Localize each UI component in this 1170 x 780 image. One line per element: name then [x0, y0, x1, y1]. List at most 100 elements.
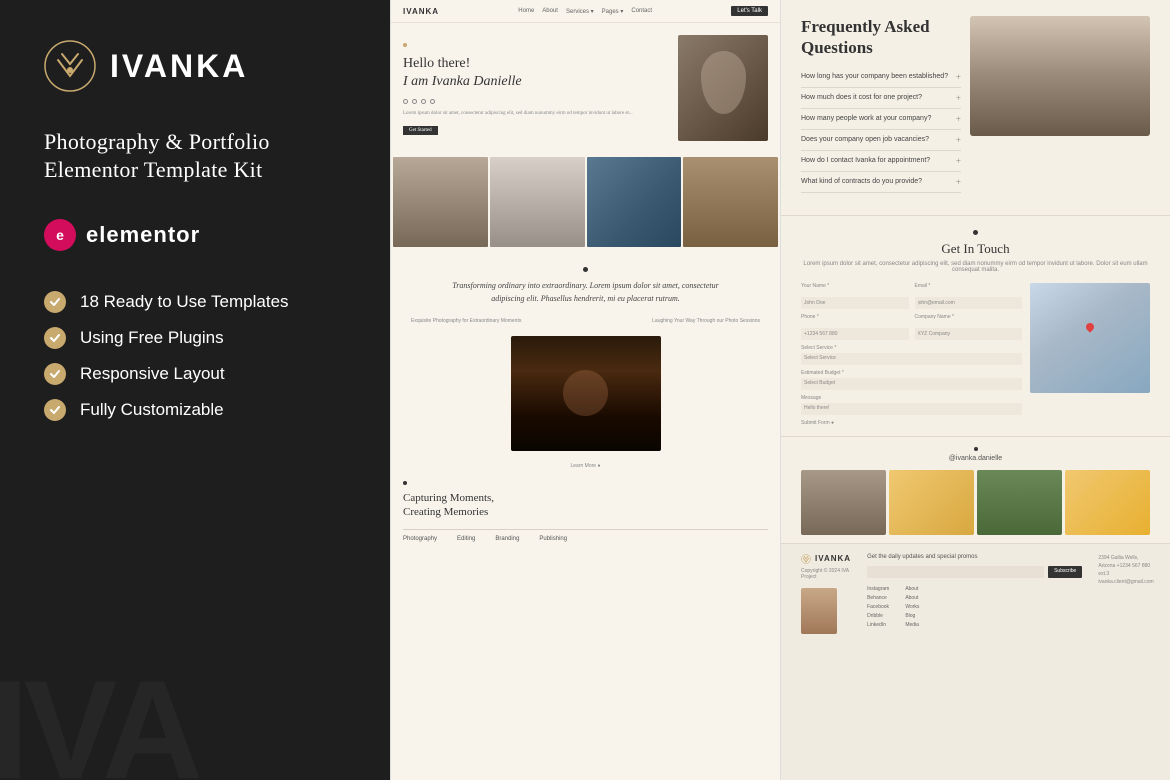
gallery-img-4 [683, 157, 778, 247]
service-photography: Photography [403, 536, 437, 542]
contact-subtitle: Lorem ipsum dolor sit amet, consectetur … [801, 261, 1150, 273]
form-field-service: Select Service * Select Service [801, 345, 1022, 365]
instagram-dot [974, 447, 978, 451]
social-icon [430, 99, 435, 104]
nav-link-pages: Pages ▾ [602, 8, 624, 15]
feature-text-1: 18 Ready to Use Templates [80, 292, 289, 312]
footer-email-row: Subscribe [867, 566, 1082, 578]
portrait-labels: Exquisite Photography for Extraordinary … [391, 318, 780, 324]
elementor-label: elementor [86, 222, 200, 248]
faq-plus-icon: + [956, 135, 961, 145]
check-icon [44, 327, 66, 349]
faq-item: How many people work at your company? + [801, 109, 961, 130]
faq-plus-icon: + [956, 156, 961, 166]
nav-link-home: Home [518, 8, 534, 15]
center-mockup-column: IVANKA Home About Services ▾ Pages ▾ Con… [390, 0, 780, 780]
logo-area: IVANKA [44, 40, 346, 92]
brand-name: IVANKA [110, 48, 248, 85]
footer-newsletter-label: Get the daily updates and special promos [867, 554, 1082, 560]
portrait-label-left: Exquisite Photography for Extraordinary … [411, 318, 521, 324]
main-title-line2: Elementor Template Kit [44, 157, 346, 183]
capturing-title: Capturing Moments, Creating Memories [403, 491, 768, 520]
portrait-section [391, 328, 780, 455]
mockup-cta-btn: Let's Talk [731, 6, 768, 16]
feature-item: 18 Ready to Use Templates [44, 291, 346, 313]
footer-left: IVANKA Copyright © 2024 IVA Project [801, 554, 851, 634]
instagram-img-1 [801, 470, 886, 535]
instagram-section: @ivanka.danielle [781, 437, 1170, 544]
portrait-label-right: Laughing Your Way Through our Photo Sess… [652, 318, 760, 324]
faq-title: Frequently Asked Questions [801, 16, 961, 59]
footer-address: 2394 Gallia Wells, Arizona +1234 567 880… [1098, 554, 1153, 634]
instagram-img-4 [1065, 470, 1150, 535]
faq-item: What kind of contracts do you provide? + [801, 172, 961, 193]
form-field-phone: Phone * [801, 314, 909, 340]
faq-item: How much does it cost for one project? + [801, 88, 961, 109]
hero-dot [403, 43, 407, 47]
instagram-grid [801, 470, 1150, 535]
footer-section: IVANKA Copyright © 2024 IVA Project Get … [781, 544, 1170, 780]
faq-plus-icon: + [956, 114, 961, 124]
quote-text: Transforming ordinary into extraordinary… [446, 280, 726, 306]
brand-logo-icon [44, 40, 96, 92]
contact-title: Get In Touch [801, 241, 1150, 257]
social-icon [421, 99, 426, 104]
footer-middle: Get the daily updates and special promos… [867, 554, 1082, 634]
social-icon [403, 99, 408, 104]
form-submit-row: Submit Form ● [801, 420, 1022, 426]
footer-email-input[interactable] [867, 566, 1044, 578]
form-field-name: Your Name * [801, 283, 909, 309]
form-row-4: Estimated Budget * Select Budget [801, 370, 1022, 390]
hero-desc: Lorem ipsum dolor sit amet, consectetur … [403, 110, 670, 118]
check-icon [44, 291, 66, 313]
hero-social [403, 99, 670, 104]
main-title-line1: Photography & Portfolio [44, 128, 346, 157]
company-input[interactable] [915, 328, 1023, 340]
hero-hello: Hello there! [403, 55, 670, 73]
right-panel: IVANKA Home About Services ▾ Pages ▾ Con… [390, 0, 1170, 780]
feature-item: Using Free Plugins [44, 327, 346, 349]
footer-logo: IVANKA [801, 554, 851, 564]
footer-logo-icon [801, 554, 811, 564]
social-icon [412, 99, 417, 104]
elementor-badge: e elementor [44, 219, 346, 251]
message-input: Hello there! [801, 403, 1022, 415]
hero-cta-btn: Get Started [403, 126, 438, 135]
feature-text-2: Using Free Plugins [80, 328, 224, 348]
subscribe-btn[interactable]: Subscribe [1048, 566, 1082, 578]
form-field-company: Company Name * [915, 314, 1023, 340]
far-right-mockup: Frequently Asked Questions How long has … [781, 0, 1170, 780]
faq-plus-icon: + [956, 177, 961, 187]
check-icon [44, 363, 66, 385]
service-select: Select Service [801, 353, 1022, 365]
footer-social-links: Instagram Behance Facebook Dribble Linke… [867, 586, 889, 628]
form-field-budget: Estimated Budget * Select Budget [801, 370, 1022, 390]
hero-text-block: Hello there! I am Ivanka Danielle Lorem … [403, 35, 670, 141]
left-panel: IVANKA Photography & Portfolio Elementor… [0, 0, 390, 780]
mockup-hero: Hello there! I am Ivanka Danielle Lorem … [391, 23, 780, 153]
quote-dot [583, 267, 588, 272]
check-icon [44, 399, 66, 421]
form-row-3: Select Service * Select Service [801, 345, 1022, 365]
footer-content: IVANKA Copyright © 2024 IVA Project Get … [801, 554, 1150, 634]
contact-form: Your Name * Email * Phone * [801, 283, 1022, 426]
feature-text-3: Responsive Layout [80, 364, 225, 384]
footer-page-links: About About Works Blog Media [905, 586, 919, 628]
bottom-dot [403, 481, 407, 485]
website-mockup: IVANKA Home About Services ▾ Pages ▾ Con… [391, 0, 780, 780]
phone-input[interactable] [801, 328, 909, 340]
faq-decorative-image [970, 16, 1150, 136]
email-input[interactable] [915, 297, 1023, 309]
instagram-img-2 [889, 470, 974, 535]
feature-item: Fully Customizable [44, 399, 346, 421]
subtitle-block: Photography & Portfolio Elementor Templa… [44, 128, 346, 183]
faq-item: Does your company open job vacancies? + [801, 130, 961, 151]
contact-section: Get In Touch Lorem ipsum dolor sit amet,… [781, 216, 1170, 437]
services-row: Photography Editing Branding Publishing [403, 529, 768, 542]
form-field-message: Message Hello there! [801, 395, 1022, 415]
service-editing: Editing [457, 536, 475, 542]
contact-dot [973, 230, 978, 235]
gallery-img-1 [393, 157, 488, 247]
name-input[interactable] [801, 297, 909, 309]
footer-copyright: Copyright © 2024 IVA Project [801, 568, 851, 580]
